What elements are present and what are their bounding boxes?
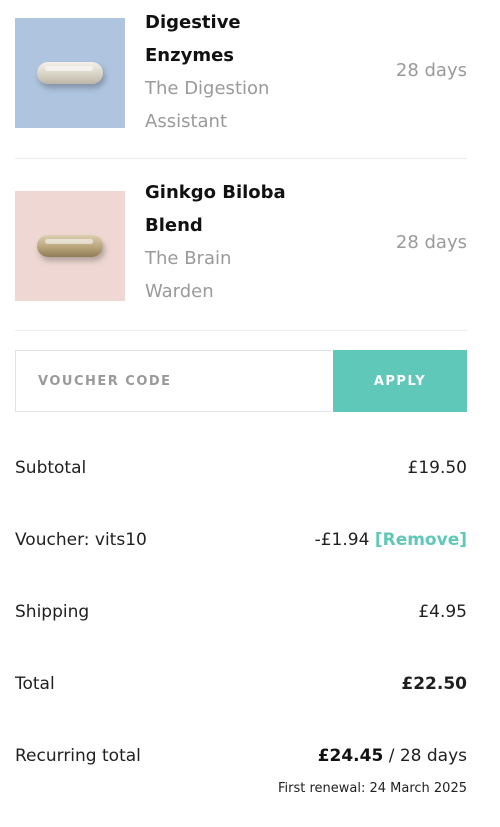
voucher-discount: -£1.94 [Remove] <box>315 525 467 555</box>
product-image-digestive-enzymes <box>15 18 125 128</box>
recurring-total-value: £24.45 <box>317 746 384 766</box>
shipping-value: £4.95 <box>418 602 467 622</box>
product-name-line1: Digestive <box>145 12 241 33</box>
product-name-line2: Blend <box>145 215 203 236</box>
product-subtitle-line1: The Brain <box>145 248 232 269</box>
product-info: Digestive Enzymes The Digestion Assistan… <box>145 6 305 138</box>
total-label: Total <box>15 674 55 694</box>
product-subtitle-line2: Warden <box>145 281 214 302</box>
first-renewal-date: First renewal: 24 March 2025 <box>277 781 467 796</box>
product-name-line2: Enzymes <box>145 45 234 66</box>
recurring-total-row: Recurring total £24.45 / 28 days <box>15 741 467 771</box>
capsule-icon <box>37 235 103 257</box>
subscription-duration: 28 days <box>395 232 467 253</box>
shipping-row: Shipping £4.95 <box>15 597 467 627</box>
subtotal-value: £19.50 <box>407 458 467 478</box>
recurring-period: / 28 days <box>383 746 467 766</box>
product-subtitle-line1: The Digestion <box>145 78 270 99</box>
remove-voucher-link[interactable]: [Remove] <box>375 530 467 550</box>
cart-item-ginkgo-biloba: Ginkgo Biloba Blend The Brain Warden 28 … <box>15 159 467 331</box>
voucher-discount-row: Voucher: vits10 -£1.94 [Remove] <box>15 525 467 555</box>
product-name-line1: Ginkgo Biloba <box>145 182 286 203</box>
total-row: Total £22.50 <box>15 669 467 699</box>
recurring-total-label: Recurring total <box>15 746 141 766</box>
subtotal-row: Subtotal £19.50 <box>15 453 467 483</box>
product-info: Ginkgo Biloba Blend The Brain Warden <box>145 176 305 308</box>
voucher-label: Voucher: vits10 <box>15 530 147 550</box>
subtotal-label: Subtotal <box>15 458 87 478</box>
apply-voucher-button[interactable]: APPLY <box>333 350 467 412</box>
voucher-discount-value: -£1.94 <box>314 530 370 550</box>
total-value: £22.50 <box>401 674 467 694</box>
product-image-ginkgo-biloba <box>15 191 125 301</box>
recurring-total: £24.45 / 28 days <box>318 741 467 771</box>
voucher-code-input[interactable] <box>15 350 331 412</box>
voucher-form: APPLY <box>15 350 467 412</box>
order-summary: Digestive Enzymes The Digestion Assistan… <box>15 0 467 796</box>
subscription-duration: 28 days <box>395 60 467 81</box>
product-subtitle-line2: Assistant <box>145 111 228 132</box>
shipping-label: Shipping <box>15 602 90 622</box>
capsule-icon <box>37 62 103 84</box>
cart-item-digestive-enzymes: Digestive Enzymes The Digestion Assistan… <box>15 0 467 159</box>
